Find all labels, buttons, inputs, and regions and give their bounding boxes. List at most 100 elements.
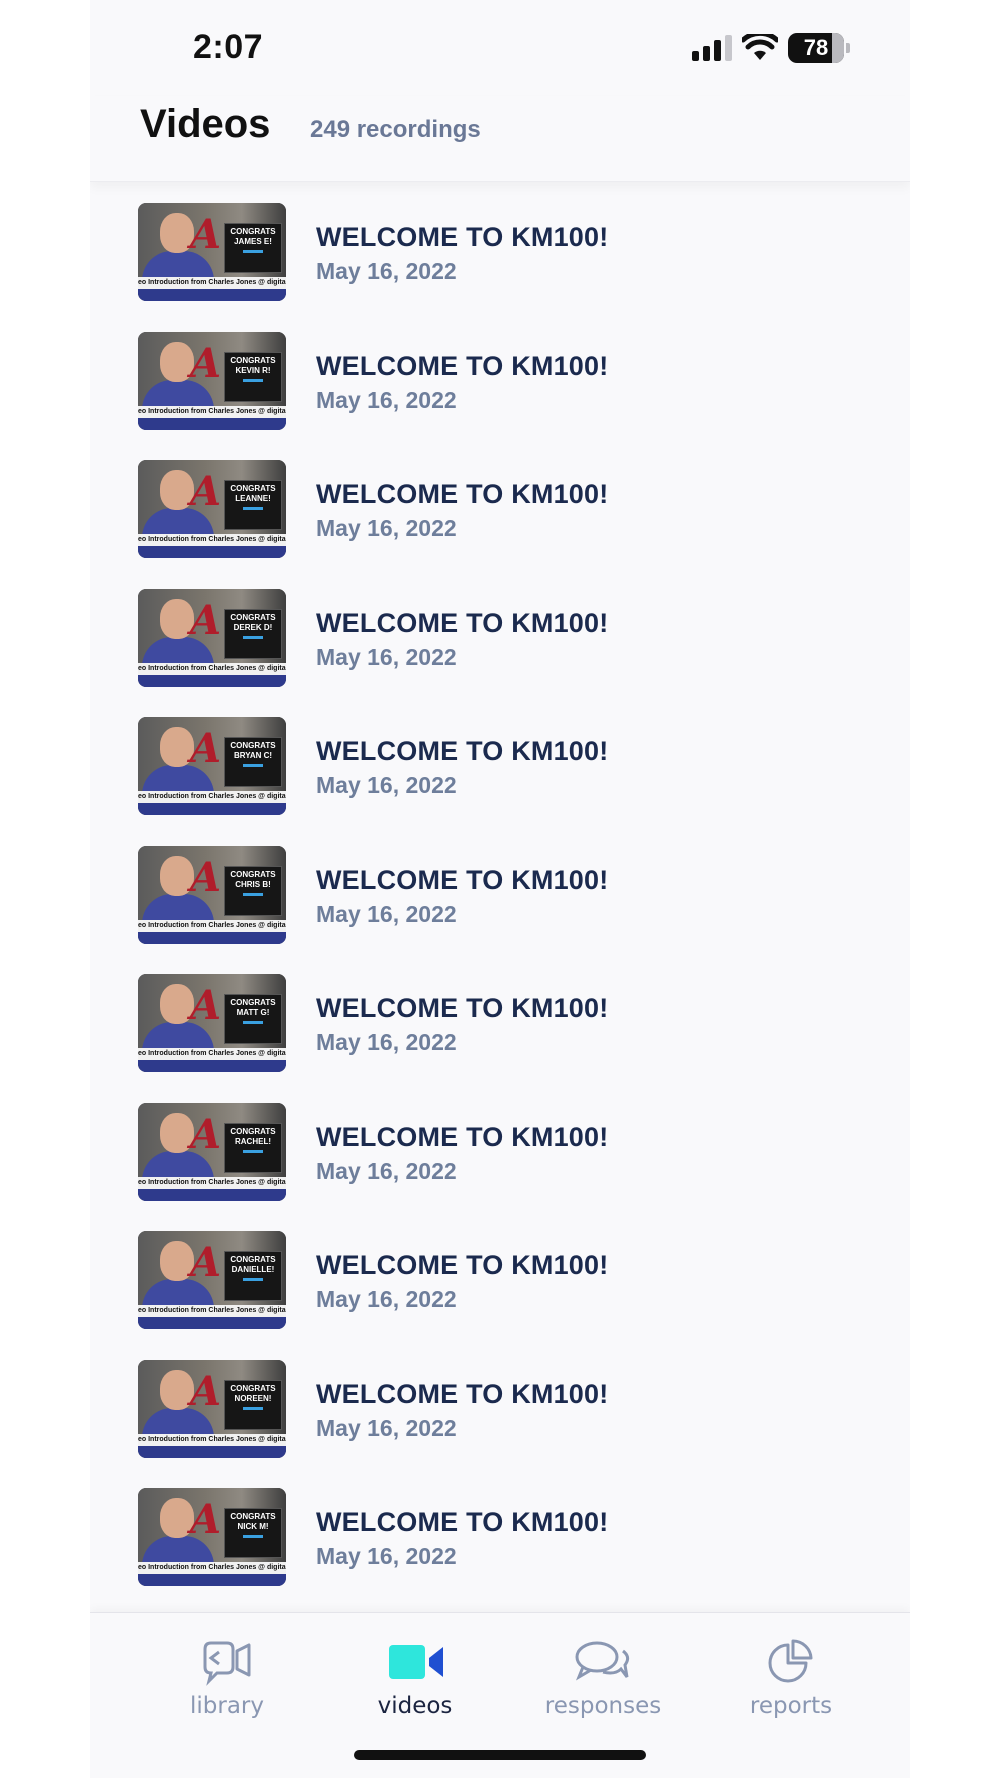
video-list-item[interactable]: A CONGRATS NICK M! eo Introduction from Cha… — [90, 1467, 910, 1595]
video-date: May 16, 2022 — [316, 258, 457, 284]
thumb-congrats: CONGRATS — [230, 1126, 276, 1136]
thumb-name: MATT G! — [236, 1008, 270, 1017]
thumb-caption: eo Introduction from Charles Jones @ dig… — [138, 919, 286, 932]
congrats-sign: CONGRATS NOREEN! — [224, 1379, 282, 1430]
battery-tip — [846, 43, 850, 53]
thumb-congrats: CONGRATS — [230, 869, 276, 879]
cellular-signal-icon — [692, 35, 732, 61]
video-date: May 16, 2022 — [316, 772, 457, 798]
video-thumbnail[interactable]: A CONGRATS KEVIN R! eo Introduction from Ch… — [138, 331, 286, 430]
video-title[interactable]: WELCOME TO KM100! — [316, 351, 608, 382]
phone-screen: 2:07 78 Videos 249 recordings A CONGRATS J… — [90, 0, 910, 1778]
pie-chart-icon — [768, 1639, 813, 1683]
tab-responses[interactable]: responses — [523, 1613, 683, 1723]
status-time: 2:07 — [193, 28, 264, 66]
video-thumbnail[interactable]: A CONGRATS NICK M! eo Introduction from Cha… — [138, 1488, 286, 1586]
video-thumbnail[interactable]: A CONGRATS MATT G! eo Introduction from Cha… — [138, 974, 286, 1072]
video-title[interactable]: WELCOME TO KM100! — [316, 1122, 608, 1153]
congrats-sign: CONGRATS NICK M! — [224, 1508, 282, 1558]
video-thumbnail[interactable]: A CONGRATS RACHEL! eo Introduction from Cha… — [138, 1102, 286, 1201]
video-thumbnail[interactable]: A CONGRATS DEREK D! eo Introduction from Ch… — [138, 588, 286, 687]
congrats-sign: CONGRATS JAMES E! — [224, 223, 282, 273]
tab-label-videos: videos — [377, 1693, 453, 1719]
home-indicator[interactable] — [354, 1750, 646, 1760]
congrats-sign: CONGRATS KEVIN R! — [224, 351, 282, 402]
congrats-sign: CONGRATS MATT G! — [224, 994, 282, 1044]
video-date: May 16, 2022 — [316, 1286, 457, 1312]
thumb-caption: eo Introduction from Charles Jones @ dig… — [138, 662, 286, 675]
video-title[interactable]: WELCOME TO KM100! — [316, 1507, 608, 1538]
thumb-congrats: CONGRATS — [230, 1383, 276, 1393]
video-date: May 16, 2022 — [316, 1414, 457, 1441]
video-list-item[interactable]: A CONGRATS DANIELLE! eo Introduction from C… — [90, 1210, 910, 1338]
thumb-congrats: CONGRATS — [230, 741, 276, 750]
library-icon — [203, 1641, 251, 1686]
video-list-item[interactable]: A CONGRATS JAMES E! eo Introduction from Ch… — [90, 182, 910, 310]
video-title[interactable]: WELCOME TO KM100! — [316, 608, 608, 639]
video-title[interactable]: WELCOME TO KM100! — [316, 1250, 608, 1281]
team-logo-icon: A — [190, 1239, 222, 1286]
thumb-caption: eo Introduction from Charles Jones @ dig… — [138, 1048, 286, 1060]
tab-videos[interactable]: videos — [335, 1613, 495, 1723]
presenter-head — [160, 598, 194, 639]
presenter-head — [160, 341, 194, 382]
video-list-item[interactable]: A CONGRATS BRYAN C! eo Introduction from Ch… — [90, 696, 910, 824]
battery-level: 78 — [803, 35, 829, 60]
team-logo-icon: A — [190, 339, 222, 387]
video-title[interactable]: WELCOME TO KM100! — [316, 222, 608, 253]
team-logo-icon: A — [190, 596, 222, 644]
video-date: May 16, 2022 — [316, 1029, 457, 1055]
video-list-item[interactable]: A CONGRATS DEREK D! eo Introduction from Ch… — [90, 568, 910, 696]
video-title[interactable]: WELCOME TO KM100! — [316, 993, 608, 1024]
tab-library[interactable]: library — [147, 1613, 307, 1723]
video-thumbnail[interactable]: A CONGRATS DANIELLE! eo Introduction from C… — [138, 1231, 286, 1329]
congrats-sign: CONGRATS RACHEL! — [224, 1122, 282, 1173]
video-title[interactable]: WELCOME TO KM100! — [316, 479, 608, 510]
thumb-caption: eo Introduction from Charles Jones @ dig… — [138, 277, 286, 289]
video-thumbnail[interactable]: A CONGRATS LEANNE! eo Introduction from Cha… — [138, 460, 286, 558]
tab-label-responses: responses — [544, 1693, 662, 1719]
thumb-name: NICK M! — [237, 1522, 269, 1531]
video-thumbnail[interactable]: A CONGRATS CHRIS B! eo Introduction from Ch… — [138, 845, 286, 944]
video-thumbnail[interactable]: A CONGRATS NOREEN! eo Introduction from Cha… — [138, 1359, 286, 1458]
video-list-item[interactable]: A CONGRATS RACHEL! eo Introduction from Cha… — [90, 1082, 910, 1210]
thumb-caption: eo Introduction from Charles Jones @ dig… — [138, 1433, 286, 1446]
video-date: May 16, 2022 — [316, 900, 457, 927]
thumb-congrats: CONGRATS — [230, 1255, 276, 1264]
team-logo-icon: A — [190, 1496, 222, 1543]
team-logo-icon: A — [190, 211, 222, 258]
thumb-name: BRYAN C! — [233, 751, 273, 760]
team-logo-icon: A — [190, 725, 222, 772]
video-thumbnail[interactable]: A CONGRATS BRYAN C! eo Introduction from Ch… — [138, 717, 286, 815]
tab-reports[interactable]: reports — [711, 1613, 871, 1723]
video-list-item[interactable]: A CONGRATS CHRIS B! eo Introduction from Ch… — [90, 825, 910, 953]
status-icons: 78 — [692, 32, 850, 64]
team-logo-icon: A — [190, 1367, 222, 1415]
video-date: May 16, 2022 — [316, 643, 457, 670]
team-logo-icon: A — [190, 853, 222, 901]
video-list-item[interactable]: A CONGRATS LEANNE! eo Introduction from Cha… — [90, 439, 910, 567]
chat-bubbles-icon — [575, 1641, 630, 1681]
video-list-item[interactable]: A CONGRATS NOREEN! eo Introduction from Cha… — [90, 1339, 910, 1467]
video-list-item[interactable]: A CONGRATS MATT G! eo Introduction from Cha… — [90, 953, 910, 1081]
tab-label-library: library — [190, 1693, 264, 1719]
thumb-name: JAMES E! — [234, 237, 272, 246]
video-list[interactable]: A CONGRATS JAMES E! eo Introduction from Ch… — [90, 182, 910, 1612]
video-title[interactable]: WELCOME TO KM100! — [316, 1379, 608, 1410]
thumb-caption: eo Introduction from Charles Jones @ dig… — [138, 534, 286, 546]
presenter-head — [160, 1498, 194, 1538]
video-title[interactable]: WELCOME TO KM100! — [316, 736, 608, 767]
wifi-icon — [742, 34, 778, 60]
thumb-congrats: CONGRATS — [230, 227, 276, 236]
thumb-congrats: CONGRATS — [230, 1512, 276, 1521]
status-bar: 2:07 78 — [90, 0, 910, 96]
video-thumbnail[interactable]: A CONGRATS JAMES E! eo Introduction from Ch… — [138, 203, 286, 301]
page-header: Videos 249 recordings — [90, 96, 910, 182]
video-list-item[interactable]: A CONGRATS KEVIN R! eo Introduction from Ch… — [90, 311, 910, 439]
video-title[interactable]: WELCOME TO KM100! — [316, 865, 608, 896]
tab-label-reports: reports — [749, 1693, 833, 1719]
thumb-name: DEREK D! — [233, 622, 273, 632]
presenter-head — [160, 727, 194, 767]
thumb-name: NOREEN! — [234, 1393, 272, 1403]
video-date: May 16, 2022 — [316, 515, 457, 541]
